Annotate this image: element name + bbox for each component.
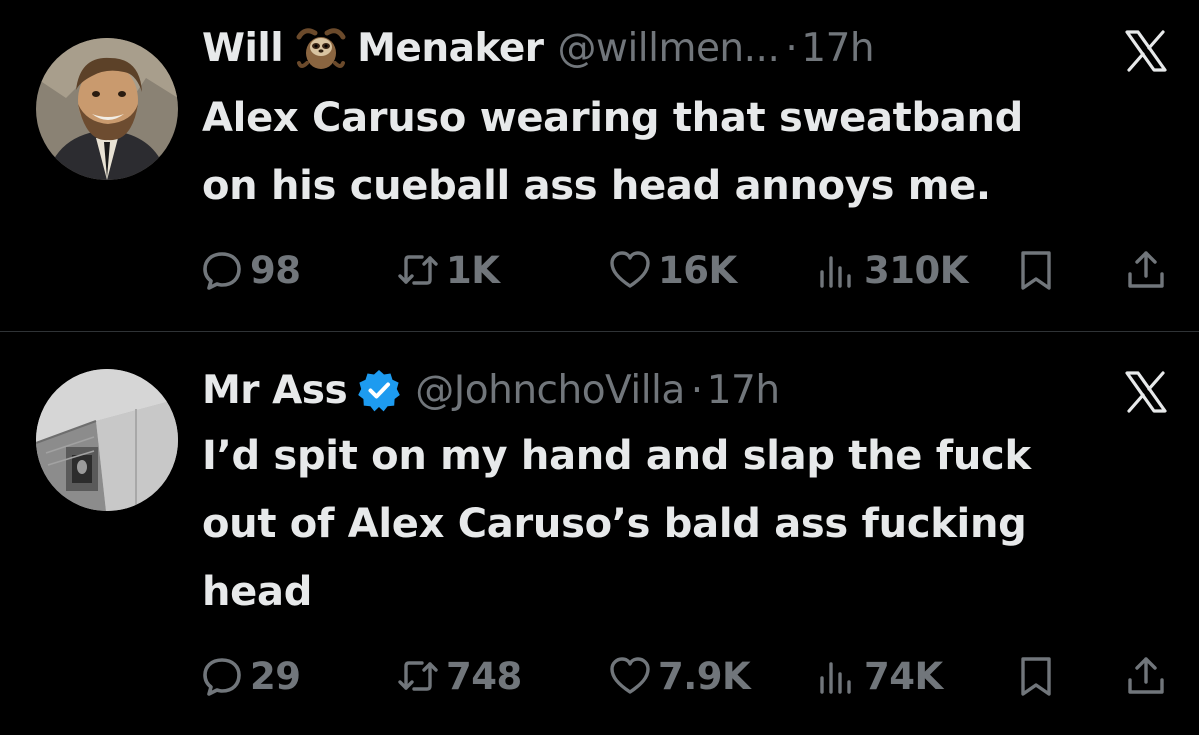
- display-name-last[interactable]: Menaker: [357, 26, 544, 71]
- bookmark-icon: [1021, 251, 1051, 290]
- user-handle[interactable]: @willmen...: [558, 26, 780, 71]
- avatar[interactable]: [36, 38, 178, 180]
- avatar[interactable]: [36, 369, 178, 511]
- timestamp[interactable]: 17h: [801, 26, 874, 71]
- tweet-text: I’d spit on my hand and slap the fuck ou…: [202, 422, 1162, 626]
- display-name-first[interactable]: Will: [202, 26, 284, 71]
- tweet-actions: 98 1K 16K 310K: [200, 240, 1180, 300]
- views-button[interactable]: 310K: [814, 240, 968, 300]
- like-count: 16K: [658, 248, 737, 292]
- share-icon: [1128, 657, 1164, 694]
- like-button[interactable]: 7.9K: [608, 646, 751, 706]
- tweet-text-line: out of Alex Caruso’s bald ass fucking: [202, 501, 1027, 547]
- reply-button[interactable]: 29: [200, 646, 301, 706]
- bookmark-button[interactable]: [1014, 240, 1058, 300]
- reply-icon: [203, 252, 241, 290]
- reply-count: 29: [250, 654, 301, 698]
- bookmark-button[interactable]: [1014, 646, 1058, 706]
- tweet-text-line: head: [202, 569, 313, 615]
- tweet-text-line: Alex Caruso wearing that sweatband: [202, 95, 1024, 141]
- tweet-text-line: I’d spit on my hand and slap the fuck: [202, 433, 1031, 479]
- avatar-illustration: [36, 38, 178, 180]
- repost-button[interactable]: 748: [396, 646, 522, 706]
- reply-button[interactable]: 98: [200, 240, 301, 300]
- repost-icon: [398, 255, 438, 285]
- views-icon: [820, 256, 851, 288]
- tweet-text: Alex Caruso wearing that sweatband on hi…: [202, 84, 1162, 220]
- share-icon: [1128, 251, 1164, 288]
- verified-badge-icon: [357, 368, 401, 412]
- heart-icon: [610, 251, 650, 288]
- tweet-johnchovilla[interactable]: Mr Ass @JohnchoVilla · 17h I’d spit on m…: [0, 332, 1199, 735]
- heart-icon: [610, 657, 650, 694]
- repost-icon: [398, 661, 438, 691]
- user-handle[interactable]: @JohnchoVilla: [415, 368, 685, 413]
- reply-icon: [203, 658, 241, 696]
- x-logo-icon: [1123, 369, 1169, 415]
- separator-dot: ·: [690, 367, 703, 413]
- views-count: 74K: [864, 654, 943, 698]
- repost-count: 1K: [446, 248, 500, 292]
- share-button[interactable]: [1124, 240, 1168, 300]
- timestamp[interactable]: 17h: [707, 368, 780, 413]
- like-button[interactable]: 16K: [608, 240, 737, 300]
- separator-dot: ·: [785, 25, 798, 71]
- x-logo-icon: [1123, 28, 1169, 74]
- sloth-emoji-icon: [295, 23, 347, 73]
- display-name[interactable]: Mr Ass: [202, 368, 348, 413]
- views-button[interactable]: 74K: [814, 646, 943, 706]
- views-count: 310K: [864, 248, 968, 292]
- share-button[interactable]: [1124, 646, 1168, 706]
- tweet-willmenaker[interactable]: Will Menaker @willmen... · 17h Alex Caru…: [0, 0, 1199, 331]
- avatar-photo: [36, 369, 178, 511]
- bookmark-icon: [1021, 657, 1051, 696]
- tweet-actions: 29 748 7.9K 74K: [200, 646, 1180, 706]
- views-icon: [820, 662, 851, 694]
- tweet-text-line: on his cueball ass head annoys me.: [202, 163, 991, 209]
- tweet-header: Mr Ass @JohnchoVilla · 17h: [202, 362, 780, 418]
- like-count: 7.9K: [658, 654, 751, 698]
- repost-button[interactable]: 1K: [396, 240, 500, 300]
- repost-count: 748: [446, 654, 522, 698]
- reply-count: 98: [250, 248, 301, 292]
- tweet-header: Will Menaker @willmen... · 17h: [202, 20, 875, 76]
